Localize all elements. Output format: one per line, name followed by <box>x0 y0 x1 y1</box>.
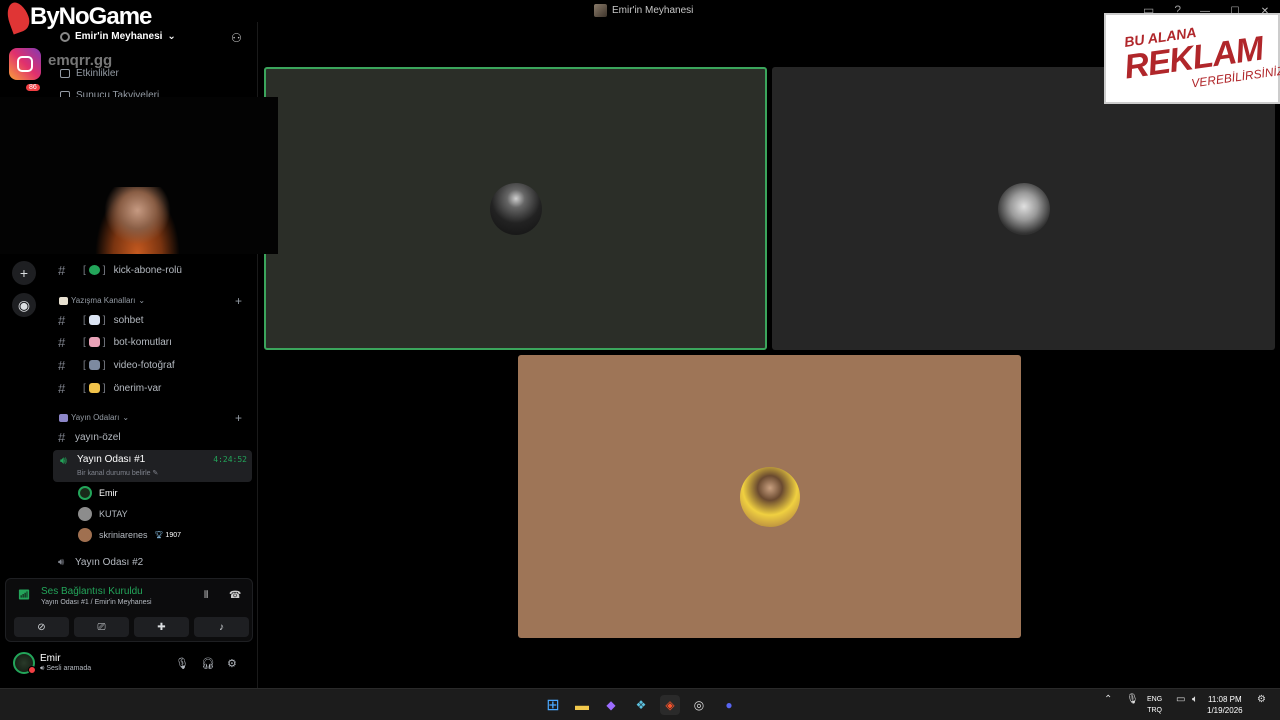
menu-events[interactable]: Etkinlikler <box>60 68 119 79</box>
channel-yayin-odasi-2[interactable]: 🔊︎ Yayın Odası #2 <box>58 552 143 572</box>
speaker-icon: 🔊︎ <box>58 556 65 568</box>
language-indicator[interactable]: ENG TRQ <box>1147 694 1162 716</box>
window-title: Emir'in Meyhanesi <box>594 4 693 17</box>
obs-icon[interactable]: ◎ <box>689 695 709 715</box>
microphone-icon[interactable]: 🎙︎ <box>175 657 189 670</box>
memo-icon <box>59 296 68 305</box>
status-badge <box>28 666 36 674</box>
soundboard-button[interactable]: ♪ <box>194 617 249 637</box>
camera-off-button[interactable]: ⊘ <box>14 617 69 637</box>
chevron-down-icon: ⌄ <box>122 413 130 422</box>
add-server-icon[interactable]: + <box>12 261 36 285</box>
voice-user[interactable]: Emir <box>78 486 118 500</box>
ad-banner: BU ALANA REKLAM VEREBİLİRSİNİZ <box>1104 13 1280 104</box>
notification-badge: 86 <box>26 84 40 91</box>
avatar <box>78 528 92 542</box>
avatar <box>997 182 1050 235</box>
voice-category-icon <box>59 413 68 422</box>
camera-icon <box>88 360 100 370</box>
streamer-video <box>95 187 180 254</box>
speaker-icon: 🔊︎ <box>60 455 67 467</box>
thumbs-up-icon <box>88 383 100 393</box>
webcam-overlay <box>0 97 278 254</box>
voice-connection-panel: 📶︎ Ses Bağlantısı Kuruldu Yayın Odası #1… <box>5 578 253 642</box>
hash-icon: # <box>58 262 66 278</box>
avatar <box>489 182 542 235</box>
title-bar: Emir'in Meyhanesi ▭ ? — ☐ ✕ <box>0 0 1280 22</box>
server-icon <box>594 4 607 17</box>
windows-taskbar: ⊞ ▬ ◆ ❖ ◈ ◎ ● ⌃ 🎙︎ ENG TRQ ▭ 🔈︎ 11:08 PM… <box>0 688 1280 720</box>
add-channel-icon[interactable]: + <box>235 411 242 425</box>
disconnect-icon[interactable]: ☎ <box>229 590 241 601</box>
user-status: 🔊︎ Sesli aramada <box>40 665 92 672</box>
server-header[interactable]: Emir'in Meyhanesi ⌄ <box>60 31 176 42</box>
file-explorer-icon[interactable]: ▬ <box>572 695 592 715</box>
discord-icon[interactable]: ● <box>719 695 739 715</box>
hash-icon: # <box>58 334 66 350</box>
notifications-icon[interactable]: ⚙ <box>1257 694 1266 705</box>
headphones-icon[interactable]: 🎧︎ <box>201 657 215 670</box>
avatar <box>78 486 92 500</box>
instagram-handle: emqrr.gg <box>48 52 113 69</box>
gear-icon[interactable]: ⚙ <box>227 657 237 670</box>
system-clock[interactable]: 11:08 PM 1/19/2026 <box>1207 694 1243 716</box>
invite-people-icon[interactable]: ⚇ <box>231 31 242 45</box>
channel-yayin-ozel[interactable]: # yayın-özel <box>58 427 121 447</box>
voice-user[interactable]: KUTAY <box>78 507 128 521</box>
avatar <box>78 507 92 521</box>
speech-bubble-icon <box>88 315 100 325</box>
channel-video-fotograf[interactable]: # [] video-fotoğraf <box>58 355 175 375</box>
volume-icon[interactable]: 🔈︎ <box>1192 694 1198 705</box>
screen-share-button[interactable]: ⎚ <box>74 617 129 637</box>
server-settings-icon <box>60 31 70 42</box>
noise-suppression-icon[interactable]: ⫴ <box>204 590 208 601</box>
trophy-icon: 🏆︎ <box>154 532 164 539</box>
channel-status[interactable]: Bir kanal durumu belirle ✎ <box>77 469 158 477</box>
avatar <box>739 466 800 527</box>
green-circle-icon <box>88 265 100 275</box>
chevron-down-icon: ⌄ <box>167 31 176 42</box>
activities-button[interactable]: ✚ <box>134 617 189 637</box>
video-tile-kutay[interactable] <box>772 67 1275 350</box>
channel-kick-abone-rolu[interactable]: # [] kick-abone-rolü <box>58 260 182 280</box>
category-voice[interactable]: Yayın Odaları ⌄ + <box>59 411 242 425</box>
discover-icon[interactable]: ◉ <box>12 293 36 317</box>
app-diamond-icon[interactable]: ❖ <box>631 695 651 715</box>
video-tile-skriniarenes[interactable] <box>518 355 1021 638</box>
logo-mark-icon <box>3 0 33 35</box>
hash-icon: # <box>58 357 66 373</box>
user-badge: 🏆︎ 1907 <box>154 531 181 540</box>
ghost-icon <box>88 337 100 347</box>
hash-icon: # <box>58 429 66 445</box>
hash-icon: # <box>58 380 66 396</box>
signal-icon[interactable]: 📶︎ <box>16 587 32 603</box>
voice-user[interactable]: skriniarenes 🏆︎ 1907 <box>78 528 181 542</box>
instagram-icon <box>9 48 41 80</box>
chevron-down-icon: ⌄ <box>138 296 146 305</box>
channel-bot-komutlari[interactable]: # [] bot-komutları <box>58 332 172 352</box>
chevron-up-icon[interactable]: ⌃ <box>1104 694 1112 705</box>
microphone-icon[interactable]: 🎙︎ <box>1126 694 1139 705</box>
video-tile-emir[interactable] <box>264 67 767 350</box>
calendar-icon <box>60 69 70 78</box>
brave-browser-icon[interactable]: ◈ <box>660 695 680 715</box>
channel-onerim-var[interactable]: # [] önerim-var <box>58 378 161 398</box>
network-icon[interactable]: ▭ <box>1176 694 1185 705</box>
channel-sohbet[interactable]: # [] sohbet <box>58 310 144 330</box>
hash-icon: # <box>58 312 66 328</box>
category-text[interactable]: Yazışma Kanalları ⌄ + <box>59 294 242 308</box>
brand-logo: ByNoGame <box>3 0 152 35</box>
user-panel: Emir 🔊︎ Sesli aramada 🎙︎ 🎧︎ ⚙ <box>5 648 253 680</box>
app-gem-icon[interactable]: ◆ <box>601 695 621 715</box>
add-channel-icon[interactable]: + <box>235 294 242 308</box>
voice-channel-active[interactable]: 🔊︎ Yayın Odası #1 4:24:52 Bir kanal duru… <box>53 450 252 482</box>
start-icon[interactable]: ⊞ <box>543 695 563 715</box>
